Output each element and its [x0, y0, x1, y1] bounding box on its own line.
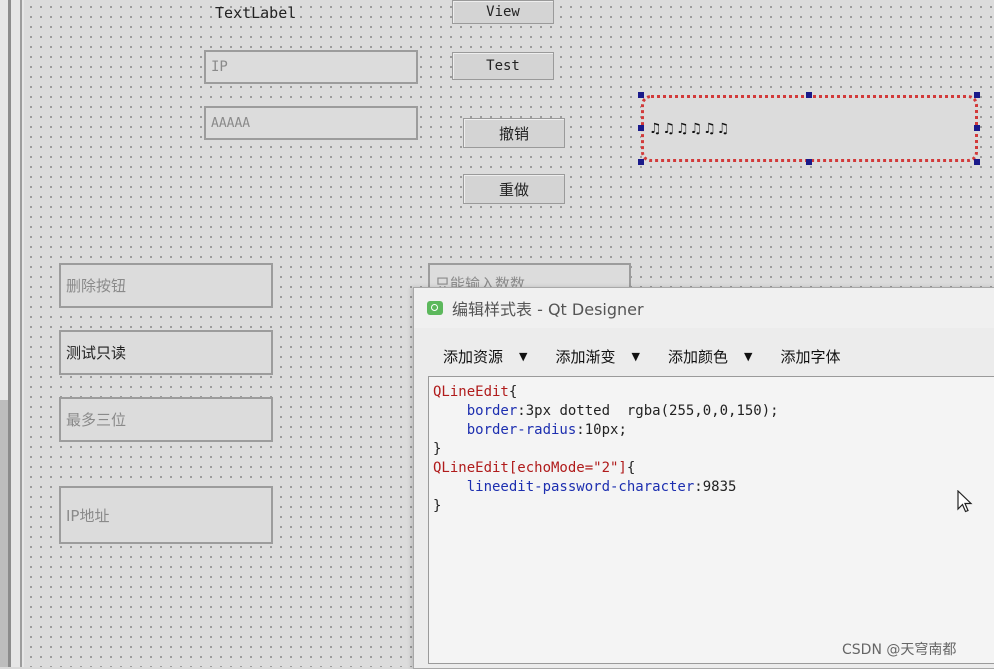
add-resource-menu[interactable]: 添加资源 ▼ [443, 346, 527, 367]
dialog-titlebar[interactable]: 编辑样式表 - Qt Designer [414, 288, 994, 328]
resize-handle[interactable] [974, 125, 980, 131]
code-brace: { [508, 384, 518, 400]
dropdown-arrow-icon[interactable]: ▼ [632, 350, 640, 363]
test-readonly-line-edit[interactable]: 测试只读 [59, 330, 273, 375]
dropdown-arrow-icon[interactable]: ▼ [519, 350, 527, 363]
panel-border [20, 0, 22, 667]
code-selector: QLineEdit[echoMode="2"] [433, 460, 627, 476]
add-color-label: 添加颜色 [667, 347, 728, 366]
resize-handle[interactable] [638, 125, 644, 131]
code-value: :9835 [694, 479, 737, 495]
code-property: lineedit-password-character [466, 479, 695, 495]
panel-splitter[interactable] [8, 0, 11, 667]
edit-stylesheet-dialog: 编辑样式表 - Qt Designer 添加资源 ▼ 添加渐变 ▼ 添加颜色 ▼… [413, 287, 994, 669]
watermark: CSDN @天穹南都 [842, 642, 957, 658]
aaaaa-line-edit[interactable]: AAAAA [204, 106, 418, 140]
scrollbar-track[interactable] [0, 400, 8, 667]
code-selector: QLineEdit [433, 384, 509, 400]
text-label[interactable]: TextLabel [215, 4, 296, 22]
view-button[interactable]: View [452, 0, 554, 24]
redo-button[interactable]: 重做 [463, 174, 565, 204]
resize-handle[interactable] [974, 159, 980, 165]
mouse-pointer-icon [957, 490, 973, 513]
resize-handle[interactable] [806, 159, 812, 165]
add-resource-label: 添加资源 [443, 347, 504, 366]
add-gradient-label: 添加渐变 [555, 347, 616, 366]
code-property: border-radius [466, 422, 577, 438]
dialog-toolbar: 添加资源 ▼ 添加渐变 ▼ 添加颜色 ▼ 添加字体 [414, 337, 994, 375]
add-color-menu[interactable]: 添加颜色 ▼ [668, 346, 752, 367]
code-brace: { [626, 460, 636, 476]
qt-designer-icon [427, 301, 443, 315]
max-three-line-edit[interactable]: 最多三位 [59, 397, 273, 442]
ip-line-edit[interactable]: IP [204, 50, 418, 84]
selected-password-line-edit[interactable]: ♫♫♫♫♫♫ [641, 95, 978, 162]
code-value: :10px; [576, 422, 627, 438]
add-font-button[interactable]: 添加字体 [780, 346, 840, 367]
add-gradient-menu[interactable]: 添加渐变 ▼ [555, 346, 639, 367]
dialog-title: 编辑样式表 - Qt Designer [452, 300, 644, 319]
left-panel-edge [0, 0, 24, 667]
code-property: border [466, 403, 518, 419]
delete-button-line-edit[interactable]: 删除按钮 [59, 263, 273, 308]
test-button[interactable]: Test [452, 52, 554, 80]
stylesheet-editor[interactable]: QLineEdit{ border:3px dotted rgba(255,0,… [428, 376, 994, 664]
code-brace: } [433, 498, 442, 514]
dropdown-arrow-icon[interactable]: ▼ [744, 350, 752, 363]
resize-handle[interactable] [638, 159, 644, 165]
add-font-label: 添加字体 [780, 347, 841, 366]
resize-handle[interactable] [806, 92, 812, 98]
code-value: :3px dotted rgba(255,0,0,150); [517, 403, 779, 419]
code-brace: } [433, 441, 442, 457]
ip-address-line-edit[interactable]: IP地址 [59, 486, 273, 544]
resize-handle[interactable] [974, 92, 980, 98]
resize-handle[interactable] [638, 92, 644, 98]
undo-button[interactable]: 撤销 [463, 118, 565, 148]
